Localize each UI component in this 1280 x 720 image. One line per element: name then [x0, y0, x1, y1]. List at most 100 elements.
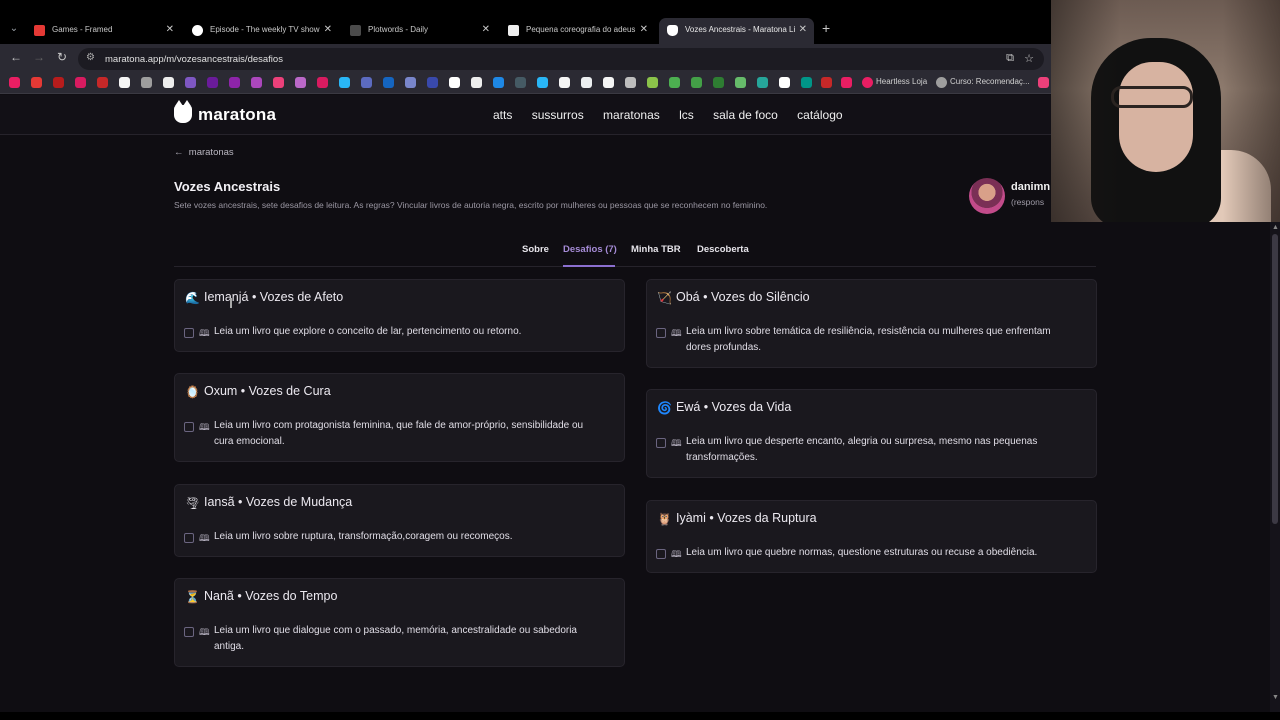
bookmark-favicon-icon[interactable] [581, 77, 592, 88]
reload-icon[interactable]: ↻ [57, 50, 67, 64]
challenge-emoji-icon: 🌊 [185, 291, 200, 305]
bookmark-favicon-icon[interactable] [713, 77, 724, 88]
challenge-checkbox[interactable] [184, 328, 194, 338]
owner-name[interactable]: danimn [1011, 181, 1050, 193]
tab-title: Pequena coreografia do adeus [526, 25, 636, 34]
close-tab-icon[interactable]: ✕ [640, 18, 648, 42]
bookmark-favicon-icon[interactable] [603, 77, 614, 88]
bookmark-favicon-icon[interactable] [515, 77, 526, 88]
bookmark-favicon-icon[interactable] [691, 77, 702, 88]
bookmark-favicon-icon[interactable] [207, 77, 218, 88]
close-tab-icon[interactable]: ✕ [799, 18, 807, 42]
browser-tab[interactable]: Plotwords - Daily ✕ [342, 18, 497, 44]
browser-tab[interactable]: Games - Framed ✕ [26, 18, 181, 44]
tab-title: Episode - The weekly TV show [210, 25, 320, 34]
bookmark-favicon-icon[interactable] [295, 77, 306, 88]
new-tab-icon[interactable]: + [822, 20, 830, 36]
bookmark-favicon-icon[interactable] [361, 77, 372, 88]
tab-descoberta[interactable]: Descoberta [697, 244, 749, 255]
tab-search-icon[interactable]: ⌄ [4, 19, 24, 39]
tab-minha-tbr[interactable]: Minha TBR [631, 244, 681, 255]
scroll-down-icon[interactable]: ▼ [1272, 694, 1279, 701]
bookmark-favicon-icon[interactable] [9, 77, 20, 88]
bookmark-favicon-icon[interactable] [31, 77, 42, 88]
bookmark-favicon-icon[interactable] [669, 77, 680, 88]
bookmark-favicon-icon[interactable] [251, 77, 262, 88]
bookmark-favicon-icon[interactable] [427, 77, 438, 88]
bookmark-favicon-icon[interactable] [185, 77, 196, 88]
close-tab-icon[interactable]: ✕ [482, 18, 490, 42]
close-tab-icon[interactable]: ✕ [166, 18, 174, 42]
challenge-card: ⏳ Nanã • Vozes do Tempo 🕮 Leia um livro que… [174, 578, 625, 667]
challenge-description: Leia um livro sobre temática de resiliên… [686, 326, 1051, 337]
bookmark-favicon-icon[interactable] [383, 77, 394, 88]
challenge-title: Nanã • Vozes do Tempo [204, 589, 338, 603]
bookmark-favicon-icon[interactable] [449, 77, 460, 88]
bookmark-star-icon[interactable]: ☆ [1024, 52, 1034, 65]
tab-favicon-icon [192, 25, 203, 36]
site-info-icon[interactable]: ⚙ [86, 52, 95, 63]
bookmark-favicon-icon[interactable] [625, 77, 636, 88]
challenge-checkbox[interactable] [184, 422, 194, 432]
bookmark-favicon-icon[interactable] [1038, 77, 1049, 88]
browser-tab[interactable]: Episode - The weekly TV show ✕ [184, 18, 339, 44]
challenge-checkbox[interactable] [184, 627, 194, 637]
text-cursor [230, 298, 232, 308]
avatar[interactable] [969, 178, 1005, 214]
scroll-up-icon[interactable]: ▲ [1272, 224, 1279, 231]
tab-sobre[interactable]: Sobre [522, 244, 549, 255]
nav-lcs[interactable]: lcs [679, 108, 694, 122]
forward-arrow-icon[interactable]: → [33, 50, 45, 64]
browser-tab[interactable]: Pequena coreografia do adeus ✕ [500, 18, 655, 44]
site-logo[interactable]: maratona [174, 100, 276, 125]
challenge-emoji-icon: 🏹 [657, 291, 672, 305]
bookmark-favicon-icon[interactable] [647, 77, 658, 88]
bookmark-favicon-icon[interactable] [53, 77, 64, 88]
challenge-checkbox[interactable] [656, 438, 666, 448]
bookmark-favicon-icon[interactable] [229, 77, 240, 88]
scrollbar-thumb[interactable] [1272, 234, 1278, 524]
bookmark-favicon-icon[interactable] [779, 77, 790, 88]
scrollbar[interactable]: ▲ ▼ [1270, 222, 1280, 712]
bookmark-curso[interactable]: Curso: Recomendaç... [950, 77, 1030, 86]
tab-desafios[interactable]: Desafios (7) [563, 244, 617, 255]
close-tab-icon[interactable]: ✕ [324, 18, 332, 42]
bookmark-favicon-icon[interactable] [841, 77, 852, 88]
nav-atts[interactable]: atts [493, 108, 512, 122]
bookmark-favicon-icon[interactable] [821, 77, 832, 88]
bookmark-favicon-icon[interactable] [735, 77, 746, 88]
nav-catalogo[interactable]: catálogo [797, 108, 842, 122]
nav-sussurros[interactable]: sussurros [532, 108, 584, 122]
challenge-card: 🌪 Iansã • Vozes de Mudança 🕮 Leia um livro … [174, 484, 625, 557]
bookmark-favicon-icon[interactable] [757, 77, 768, 88]
bookmark-favicon-icon[interactable] [405, 77, 416, 88]
bookmark-favicon-icon[interactable] [537, 77, 548, 88]
bookmark-favicon-icon[interactable] [75, 77, 86, 88]
bookmark-favicon-icon[interactable] [801, 77, 812, 88]
nav-sala-de-foco[interactable]: sala de foco [713, 108, 778, 122]
bookmark-favicon-icon[interactable] [559, 77, 570, 88]
bookmark-favicon-icon[interactable] [471, 77, 482, 88]
challenge-checkbox[interactable] [656, 328, 666, 338]
challenge-checkbox[interactable] [184, 533, 194, 543]
back-arrow-icon[interactable]: ← [10, 50, 22, 64]
bookmark-favicon-icon[interactable] [163, 77, 174, 88]
back-link[interactable]: ← maratonas [174, 147, 234, 158]
challenge-checkbox[interactable] [656, 549, 666, 559]
nav-maratonas[interactable]: maratonas [603, 108, 660, 122]
bookmark-favicon-icon[interactable] [317, 77, 328, 88]
install-app-icon[interactable]: ⧉ [1006, 52, 1014, 65]
active-tab-indicator [563, 265, 615, 267]
bookmark-favicon-icon[interactable] [141, 77, 152, 88]
bookmark-favicon-icon[interactable] [493, 77, 504, 88]
bookmark-favicon-icon[interactable] [119, 77, 130, 88]
url-bar[interactable]: ⚙ maratona.app/m/vozesancestrais/desafio… [78, 48, 1044, 70]
bookmark-favicon-icon[interactable] [339, 77, 350, 88]
course-icon [936, 77, 947, 88]
browser-tab-active[interactable]: Vozes Ancestrais - Maratona Li ✕ [659, 18, 814, 44]
bookmark-favicon-icon[interactable] [273, 77, 284, 88]
challenge-title: Iyàmi • Vozes da Ruptura [676, 511, 817, 525]
book-icon: 🕮 [199, 627, 210, 637]
bookmark-heartless-loja[interactable]: Heartless Loja [876, 77, 927, 86]
bookmark-favicon-icon[interactable] [97, 77, 108, 88]
